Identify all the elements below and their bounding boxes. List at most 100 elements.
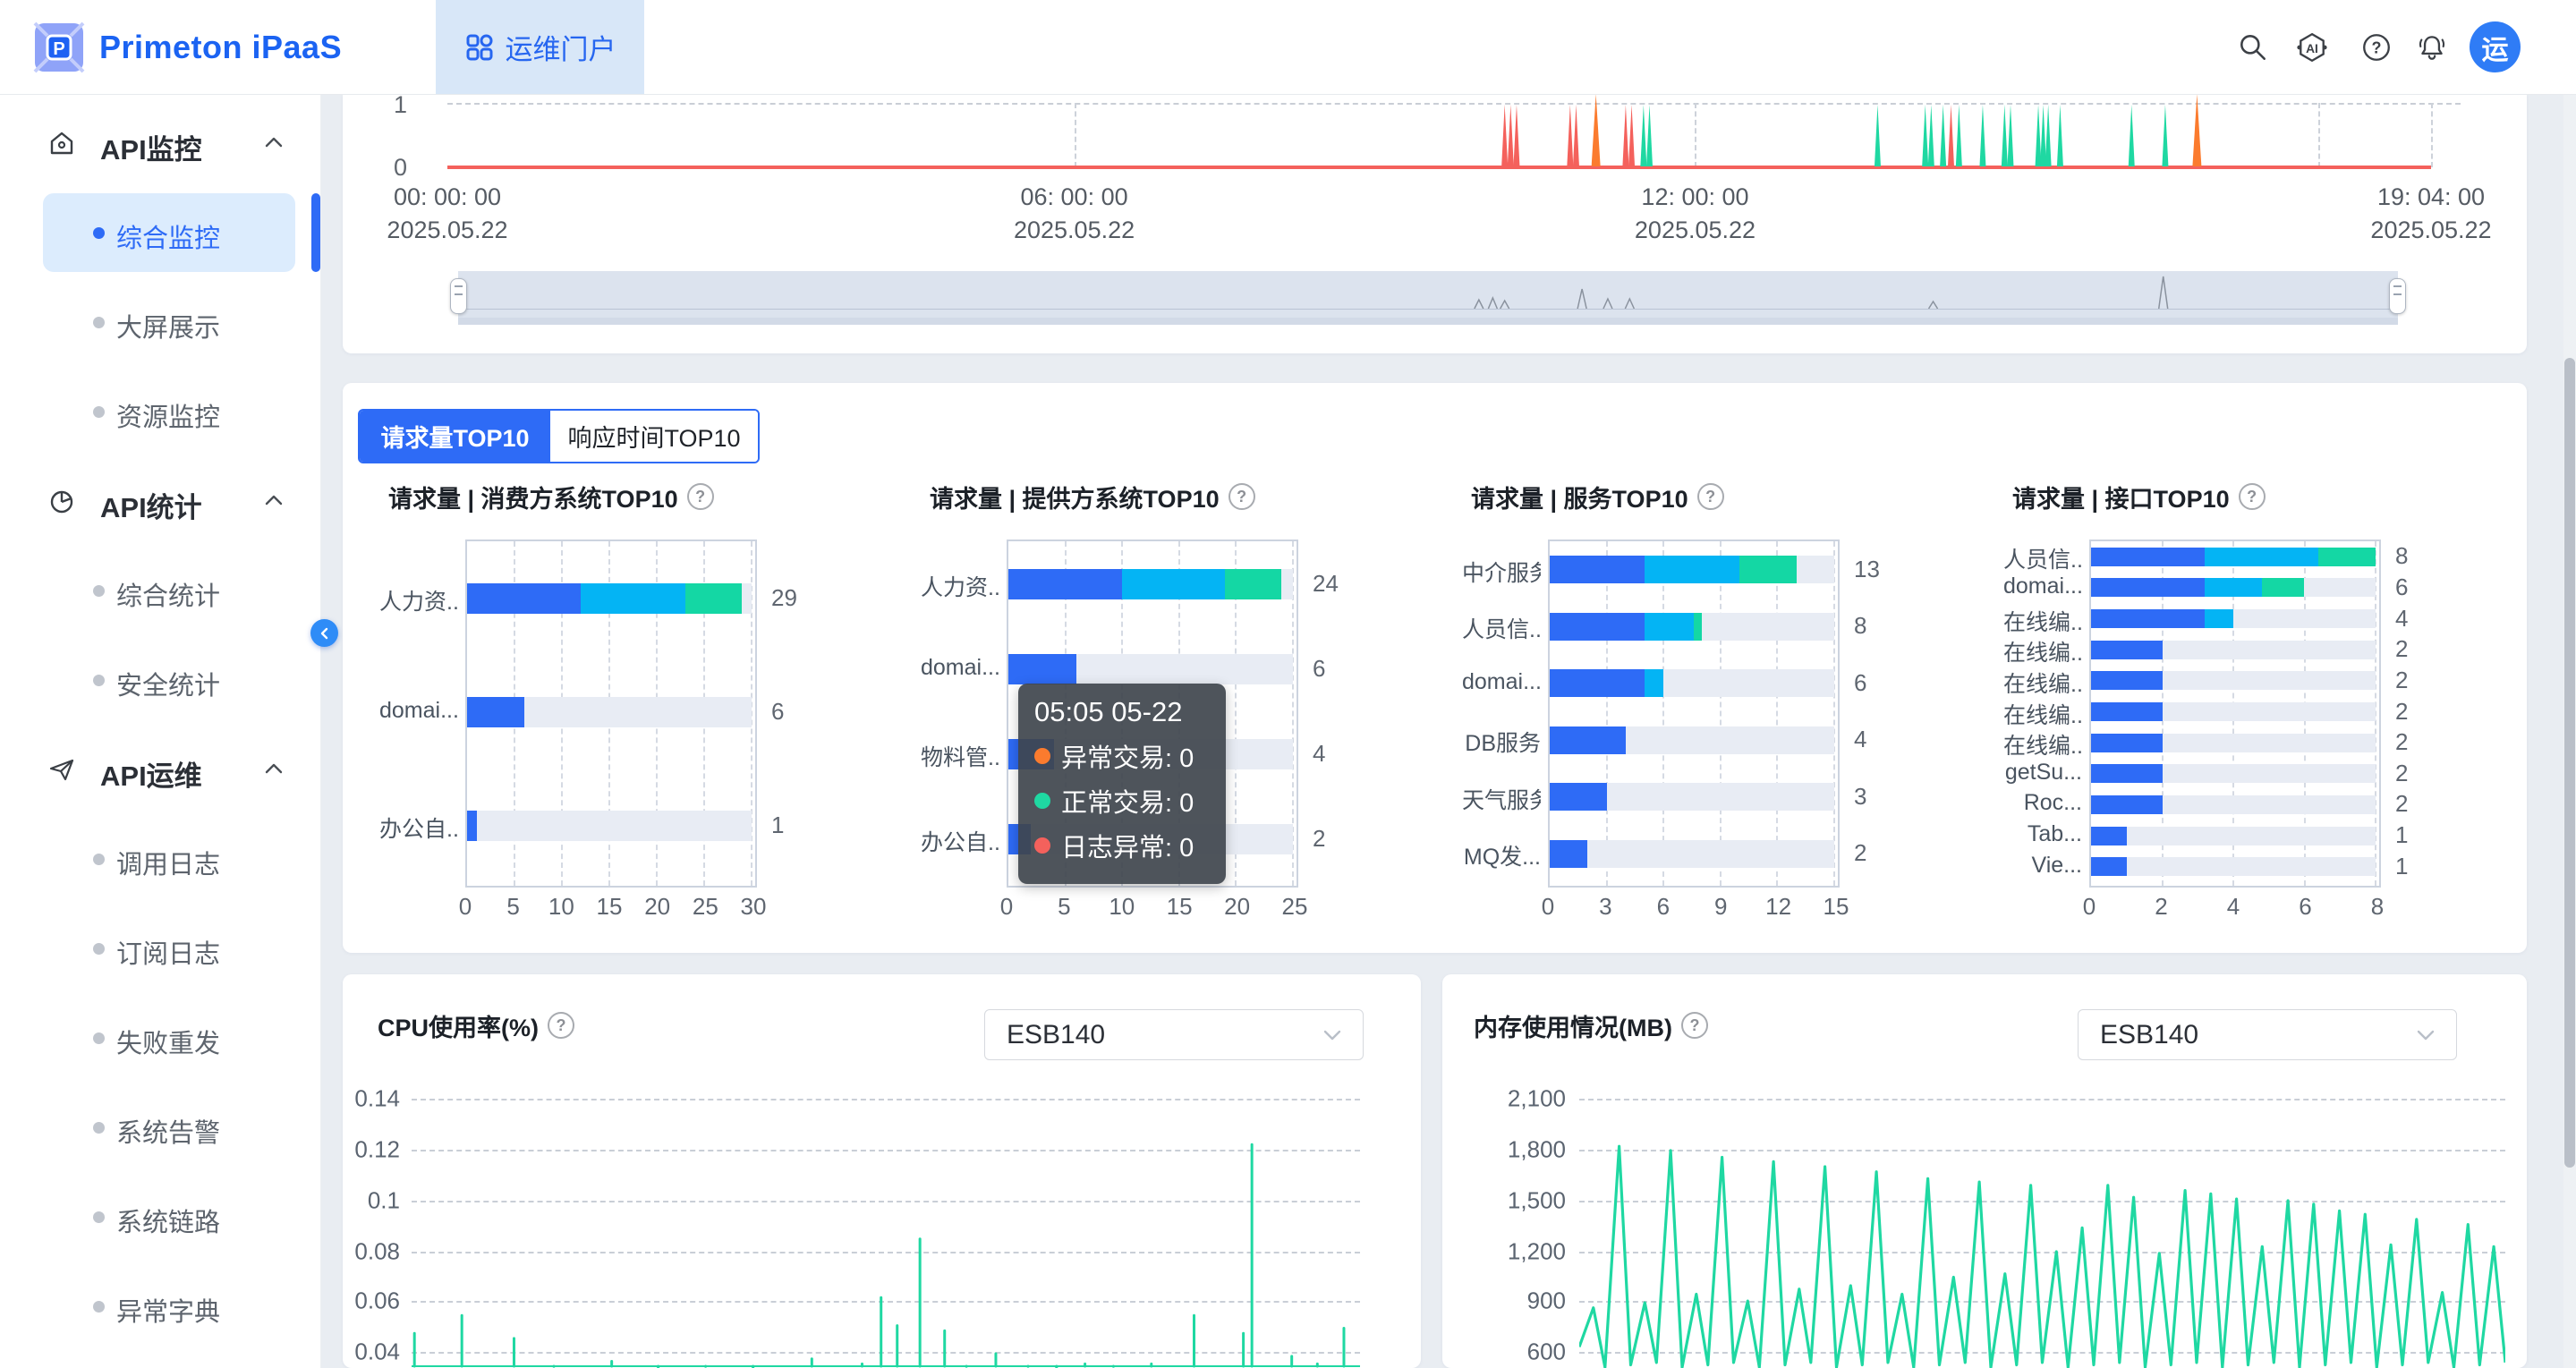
value-label: 2 xyxy=(2395,635,2408,663)
top10-card: 请求量TOP10 响应时间TOP10 请求量 | 消费方系统TOP10? 人力资… xyxy=(343,383,2527,953)
bar-segment xyxy=(2091,827,2127,845)
y-axis-tick: 2,100 xyxy=(1442,1085,1566,1113)
bar-track xyxy=(2091,671,2376,690)
search-icon[interactable] xyxy=(2237,31,2269,64)
category-label: Tab... xyxy=(2003,821,2082,847)
sidebar-group-label: API运维 xyxy=(100,753,202,794)
gridline-vertical xyxy=(1606,541,1608,886)
category-label: 天气服务 xyxy=(1462,783,1541,815)
sidebar-item-资源监控[interactable]: 资源监控 xyxy=(0,367,320,456)
sidebar-group-API监控[interactable]: API监控 xyxy=(0,103,320,183)
x-axis-time-label: 00: 00: 00 xyxy=(394,183,501,211)
bar-segment xyxy=(2205,609,2233,628)
plot-area xyxy=(1548,540,1840,888)
sidebar-item-安全统计[interactable]: 安全统计 xyxy=(0,635,320,725)
value-label: 6 xyxy=(1313,655,1325,683)
sidebar-item-综合监控[interactable]: 综合监控 xyxy=(0,188,320,277)
category-label: 人力资... xyxy=(921,570,999,602)
value-label: 24 xyxy=(1313,570,1339,598)
sidebar-item-label: 资源监控 xyxy=(116,396,220,434)
value-label: 1 xyxy=(2395,821,2408,849)
tab-response-time-top10[interactable]: 响应时间TOP10 xyxy=(550,411,758,462)
datazoom-brush[interactable] xyxy=(458,271,2398,325)
item-bullet-dot xyxy=(93,943,105,955)
category-label: domai... xyxy=(379,698,458,724)
sidebar-item-label: 系统告警 xyxy=(116,1112,220,1150)
send-icon xyxy=(47,754,77,785)
x-axis-tick: 2 xyxy=(2126,893,2198,921)
bar-track xyxy=(2091,764,2376,783)
bar-track xyxy=(2091,641,2376,659)
sidebar-item-label: 安全统计 xyxy=(116,665,220,702)
bar-track xyxy=(1550,840,1834,868)
series-dot xyxy=(1034,837,1050,854)
sidebar-item-综合统计[interactable]: 综合统计 xyxy=(0,546,320,635)
bar-segment xyxy=(2091,702,2163,721)
bar-track xyxy=(2091,827,2376,845)
item-bullet-dot xyxy=(93,1211,105,1223)
sidebar-item-大屏展示[interactable]: 大屏展示 xyxy=(0,277,320,367)
series-dot xyxy=(1034,793,1050,809)
category-label: 人员信... xyxy=(1462,612,1541,644)
x-axis-date-label: 2025.05.22 xyxy=(1014,217,1135,244)
sidebar-item-系统告警[interactable]: 系统告警 xyxy=(0,1083,320,1172)
value-label: 3 xyxy=(1854,783,1866,811)
value-label: 6 xyxy=(771,698,784,726)
sidebar-item-label: 综合监控 xyxy=(116,217,220,255)
sidebar-group-API统计[interactable]: API统计 xyxy=(0,461,320,541)
notification-bell-icon[interactable] xyxy=(2416,31,2448,64)
page-scrollbar-thumb[interactable] xyxy=(2564,358,2575,1168)
sidebar-item-失败重发[interactable]: 失败重发 xyxy=(0,993,320,1083)
chevron-up-icon xyxy=(263,493,285,507)
bar-track xyxy=(2091,609,2376,628)
bar-segment xyxy=(1550,669,1645,697)
bar-track xyxy=(467,583,752,614)
value-label: 1 xyxy=(771,811,784,839)
value-label: 4 xyxy=(1313,740,1325,768)
sidebar-item-调用日志[interactable]: 调用日志 xyxy=(0,814,320,904)
help-icon[interactable]: ? xyxy=(2360,31,2393,64)
sidebar-collapse-button[interactable] xyxy=(310,619,338,647)
top10-tab-group: 请求量TOP10 响应时间TOP10 xyxy=(358,409,760,463)
item-bullet-dot xyxy=(93,406,105,418)
memory-series-svg xyxy=(1579,1091,2505,1368)
home-icon xyxy=(47,128,77,158)
brush-handle-left[interactable] xyxy=(450,278,467,314)
tab-ops-portal[interactable]: 运维门户 xyxy=(436,0,644,94)
bar-segment xyxy=(467,811,477,841)
value-label: 2 xyxy=(2395,667,2408,694)
brush-handle-right[interactable] xyxy=(2389,278,2406,314)
panel-consumer-top10: 请求量 | 消费方系统TOP10? 人力资...29domai...6办公自..… xyxy=(376,474,890,926)
value-label: 1 xyxy=(2395,853,2408,880)
bar-segment xyxy=(1550,726,1626,754)
gridline-vertical xyxy=(1776,541,1778,886)
x-axis-tick: 15 xyxy=(1800,893,1872,921)
bar-segment xyxy=(1008,654,1076,684)
bar-segment xyxy=(1550,783,1607,811)
bar-segment xyxy=(2091,641,2163,659)
bar-segment xyxy=(2091,609,2205,628)
sidebar-item-系统链路[interactable]: 系统链路 xyxy=(0,1172,320,1262)
sidebar-group-API运维[interactable]: API运维 xyxy=(0,729,320,810)
bar-track xyxy=(2091,734,2376,752)
category-label: 物料管... xyxy=(921,740,999,772)
user-avatar[interactable]: 运 xyxy=(2470,21,2521,72)
y-axis-tick-1: 1 xyxy=(368,91,407,119)
app-window: P Primeton iPaaS 运维门户 AI ? xyxy=(0,0,2576,1368)
category-label: 在线编... xyxy=(2003,635,2082,667)
chart-tooltip: 05:05 05-22 异常交易: 0正常交易: 0日志异常: 0 xyxy=(1018,684,1226,884)
tooltip-row: 正常交易: 0 xyxy=(1034,782,1210,820)
category-label: getSu... xyxy=(2003,760,2082,786)
sidebar-item-异常字典[interactable]: 异常字典 xyxy=(0,1262,320,1351)
x-axis-tick: 0 xyxy=(2053,893,2125,921)
value-label: 13 xyxy=(1854,556,1880,583)
value-label: 8 xyxy=(1854,612,1866,640)
bar-track xyxy=(1550,613,1834,641)
bar-segment xyxy=(2318,548,2376,566)
sidebar-item-订阅日志[interactable]: 订阅日志 xyxy=(0,904,320,993)
tooltip-row-text: 日志异常: 0 xyxy=(1061,827,1194,864)
plot-area xyxy=(465,540,757,888)
tab-request-volume-top10[interactable]: 请求量TOP10 xyxy=(360,411,550,462)
bar-segment xyxy=(1645,556,1739,583)
ai-assistant-icon[interactable]: AI xyxy=(2296,31,2328,64)
